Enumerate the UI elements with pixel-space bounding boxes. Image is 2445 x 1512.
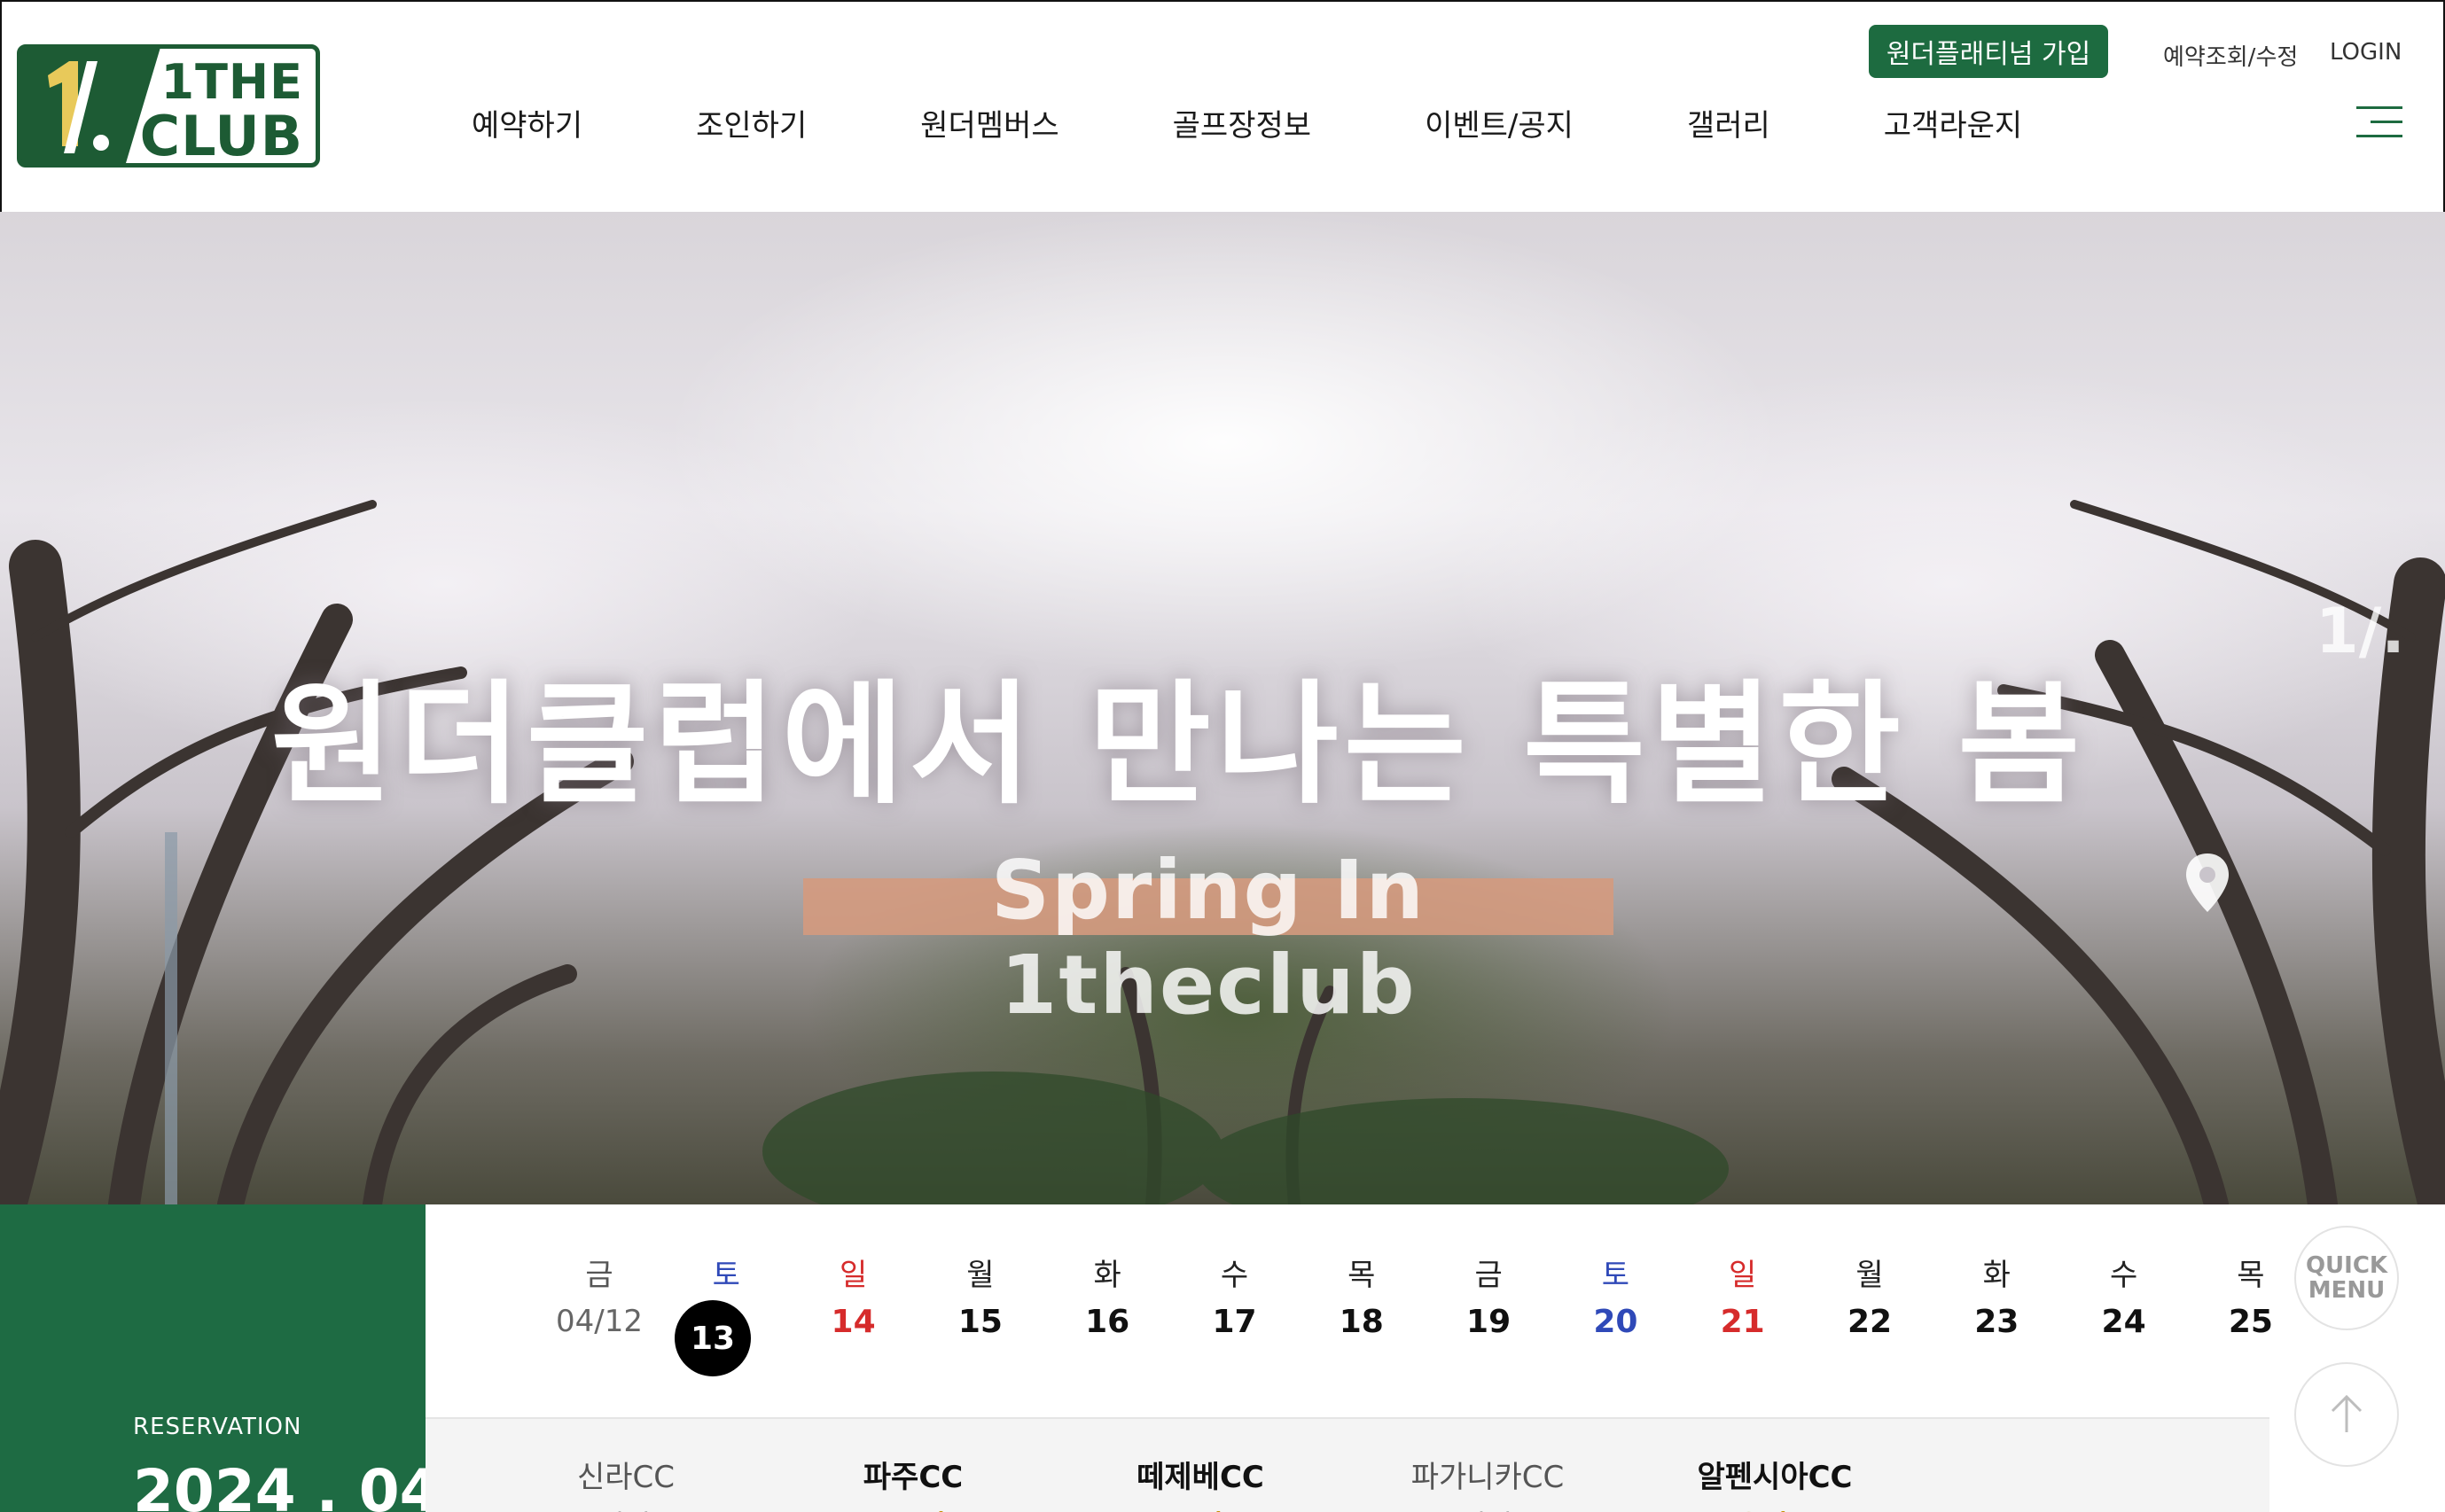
course-name: 신라CC — [576, 1460, 676, 1495]
course-status: 21팀 — [798, 1503, 1028, 1512]
hero-banner: 원더클럽에서 만나는 특별한 봄 Spring In 1theclub 1/. — [0, 212, 2445, 1204]
reservation-lookup-link[interactable]: 예약조회/수정 — [2163, 39, 2298, 72]
calendar-weekday: 월 — [966, 1258, 995, 1293]
hero-subtitle: Spring In 1theclub — [990, 843, 1426, 1033]
location-pin-icon — [2183, 852, 2232, 917]
calendar-weekday: 수 — [2109, 1258, 2138, 1293]
calendar-date: 18 — [1339, 1304, 1384, 1340]
scroll-top-button[interactable] — [2294, 1362, 2399, 1467]
calendar-weekday: 화 — [1982, 1258, 2011, 1293]
nav-gallery[interactable]: 갤러리 — [1687, 101, 1770, 144]
nav-wonder-members[interactable]: 원더멤버스 — [920, 101, 1058, 144]
logo-text-bottom: CLUB — [139, 104, 303, 168]
calendar-weekday: 금 — [585, 1258, 613, 1293]
course-status: 5팀 — [1085, 1503, 1316, 1512]
nav-golf-course-info[interactable]: 골프장정보 — [1173, 101, 1311, 144]
site-logo[interactable]: 1THE CLUB — [17, 44, 320, 168]
calendar-weekday: 일 — [1729, 1258, 1757, 1293]
calendar-date: 23 — [1974, 1304, 2019, 1340]
hamburger-menu-icon[interactable] — [2356, 106, 2402, 138]
main-nav: 예약하기 조인하기 원더멤버스 골프장정보 이벤트/공지 갤러리 고객라운지 — [472, 101, 2022, 144]
course-status: 마감 — [511, 1503, 741, 1512]
course-item[interactable]: 파주CC 21팀 — [798, 1453, 1028, 1512]
platinum-join-button[interactable]: 원더플래티넘 가입 — [1869, 25, 2108, 78]
calendar-weekday: 토 — [712, 1258, 740, 1293]
calendar-date: 24 — [2101, 1304, 2146, 1340]
course-item[interactable]: 떼제베CC 5팀 — [1085, 1453, 1316, 1512]
logo-text-top: 1THE — [160, 54, 303, 110]
calendar-weekday: 목 — [2237, 1258, 2265, 1293]
course-item[interactable]: 알펜시아CC 운영중 — [1660, 1453, 1890, 1512]
quick-menu-label-2: MENU — [2308, 1277, 2386, 1304]
site-header: 1THE CLUB 예약하기 조인하기 원더멤버스 골프장정보 이벤트/공지 갤… — [0, 0, 2445, 212]
course-status: 운영중 — [1660, 1503, 1890, 1512]
calendar-weekday: 월 — [1855, 1258, 1884, 1293]
calendar-weekday: 금 — [1474, 1258, 1503, 1293]
nav-join[interactable]: 조인하기 — [696, 101, 807, 144]
calendar-weekday: 토 — [1601, 1258, 1630, 1293]
calendar-date: 20 — [1593, 1304, 1638, 1340]
calendar-weekday: 수 — [1220, 1258, 1249, 1293]
reservation-month: 2024 . 04 — [133, 1457, 441, 1512]
calendar-date: 16 — [1085, 1304, 1130, 1340]
course-name: 떼제베CC — [1137, 1460, 1264, 1495]
calendar-date: 22 — [1847, 1304, 1893, 1340]
calendar-date: 19 — [1466, 1304, 1512, 1340]
calendar-date: 15 — [957, 1304, 1003, 1340]
calendar-date: 17 — [1212, 1304, 1257, 1340]
course-item[interactable]: 파가니카CC 마감 — [1372, 1453, 1603, 1512]
calendar-weekday: 화 — [1093, 1258, 1121, 1293]
course-name: 알펜시아CC — [1697, 1460, 1853, 1495]
quick-menu-button[interactable]: QUICK MENU — [2294, 1226, 2399, 1330]
calendar-date: 25 — [2228, 1304, 2273, 1340]
nav-events-notices[interactable]: 이벤트/공지 — [1425, 101, 1574, 144]
course-availability-list: 신라CC 마감 파주CC 21팀 떼제베CC 5팀 파가니카CC 마감 알펜시아CC 운영중 — [426, 1417, 2269, 1512]
course-item[interactable]: 신라CC 마감 — [511, 1453, 741, 1512]
calendar-date: 21 — [1720, 1304, 1765, 1340]
calendar-date: 14 — [831, 1304, 876, 1340]
calendar-weekday: 일 — [839, 1258, 868, 1293]
logo-mark-icon — [21, 49, 135, 163]
quick-menu-label-1: QUICK — [2305, 1252, 2388, 1279]
course-name: 파가니카CC — [1410, 1460, 1565, 1495]
course-status: 마감 — [1372, 1503, 1603, 1512]
calendar-weekday: 목 — [1347, 1258, 1376, 1293]
reservation-label: RESERVATION — [133, 1414, 302, 1440]
hero-watermark-logo: 1/. — [2316, 595, 2405, 667]
nav-reserve[interactable]: 예약하기 — [472, 101, 582, 144]
login-link[interactable]: LOGIN — [2330, 39, 2402, 66]
arrow-up-icon — [2331, 1394, 2363, 1432]
hero-title: 원더클럽에서 만나는 특별한 봄 — [270, 668, 2086, 822]
calendar-day-today[interactable]: 13 — [675, 1300, 751, 1376]
calendar-date: 04/12 — [556, 1304, 643, 1339]
course-name: 파주CC — [863, 1460, 964, 1495]
nav-customer-lounge[interactable]: 고객라운지 — [1884, 101, 2022, 144]
